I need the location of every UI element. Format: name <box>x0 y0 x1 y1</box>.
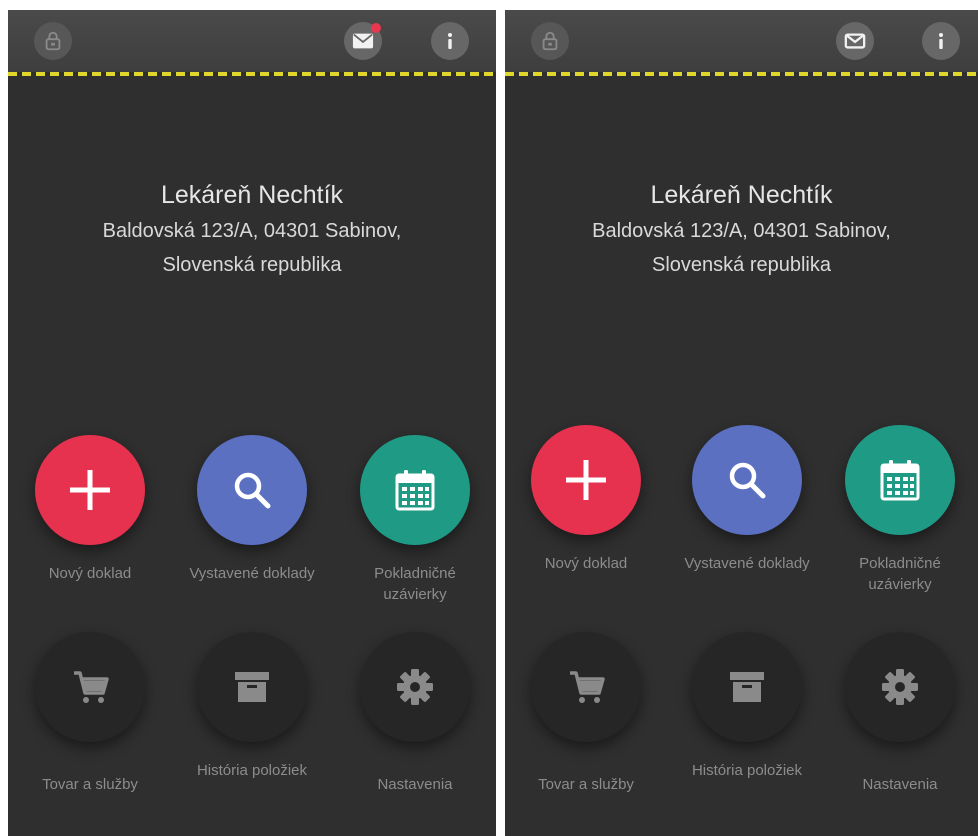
cash-closings-label: Pokladničné uzávierky <box>859 555 941 593</box>
settings-label: Nastavenia <box>377 776 453 793</box>
new-document-tile[interactable]: Nový doklad <box>511 425 661 574</box>
cash-closings-button[interactable] <box>360 435 470 545</box>
settings-button[interactable] <box>360 632 470 742</box>
info-icon <box>939 33 943 49</box>
lock-button[interactable] <box>531 22 569 60</box>
info-button[interactable] <box>922 22 960 60</box>
mail-button[interactable] <box>344 22 382 60</box>
item-history-label: História položiek <box>691 762 803 779</box>
app-screen-no-unread-mail: Lekáreň Nechtík Baldovská 123/A, 04301 S… <box>505 10 978 836</box>
search-icon <box>234 472 271 509</box>
goods-services-tile[interactable]: Tovar a služby <box>511 632 661 795</box>
top-bar <box>8 10 496 72</box>
item-history-label: História položiek <box>196 762 308 779</box>
goods-services-button[interactable] <box>35 632 145 742</box>
issued-documents-label: Vystavené doklady <box>684 555 810 572</box>
item-history-tile[interactable]: História položiek <box>177 632 327 781</box>
lock-icon <box>542 31 558 51</box>
plus-icon <box>70 470 110 510</box>
settings-tile[interactable]: Nastavenia <box>825 632 975 795</box>
goods-services-label: Tovar a služby <box>42 776 138 793</box>
cash-closings-tile[interactable]: Pokladničné uzávierky <box>825 425 975 595</box>
mail-button[interactable] <box>836 22 874 60</box>
mail-icon <box>352 33 374 49</box>
business-header: Lekáreň Nechtík Baldovská 123/A, 04301 S… <box>505 178 978 282</box>
app-screen-with-unread-mail: Lekáreň Nechtík Baldovská 123/A, 04301 S… <box>8 10 496 836</box>
gear-icon <box>397 669 433 705</box>
business-header: Lekáreň Nechtík Baldovská 123/A, 04301 S… <box>8 178 496 282</box>
gear-icon <box>882 669 918 705</box>
address-line-2: Slovenská republika <box>652 254 831 276</box>
top-bar <box>505 10 978 72</box>
cash-closings-label: Pokladničné uzávierky <box>374 565 456 603</box>
item-history-button[interactable] <box>197 632 307 742</box>
address-line-2: Slovenská republika <box>162 254 342 276</box>
business-address: Baldovská 123/A, 04301 Sabinov, Slovensk… <box>8 214 496 282</box>
info-icon <box>448 33 452 49</box>
goods-services-label: Tovar a služby <box>538 776 634 793</box>
new-document-button[interactable] <box>35 435 145 545</box>
calendar-icon <box>395 470 435 511</box>
item-history-button[interactable] <box>692 632 802 742</box>
business-address: Baldovská 123/A, 04301 Sabinov, Slovensk… <box>505 214 978 282</box>
issued-documents-tile[interactable]: Vystavené doklady <box>177 435 327 584</box>
settings-tile[interactable]: Nastavenia <box>340 632 490 795</box>
goods-services-button[interactable] <box>531 632 641 742</box>
business-name: Lekáreň Nechtík <box>160 181 344 209</box>
lock-icon <box>45 31 61 51</box>
issued-documents-button[interactable] <box>692 425 802 535</box>
issued-documents-button[interactable] <box>197 435 307 545</box>
unread-badge <box>371 23 381 33</box>
settings-button[interactable] <box>845 632 955 742</box>
address-line-1: Baldovská 123/A, 04301 Sabinov, <box>102 220 402 242</box>
dashed-separator <box>505 72 978 76</box>
business-name: Lekáreň Nechtík <box>650 181 833 209</box>
new-document-tile[interactable]: Nový doklad <box>15 435 165 584</box>
settings-label: Nastavenia <box>862 776 938 793</box>
cart-icon <box>570 671 605 703</box>
address-line-1: Baldovská 123/A, 04301 Sabinov, <box>592 220 891 242</box>
lock-button[interactable] <box>34 22 72 60</box>
cash-closings-button[interactable] <box>845 425 955 535</box>
new-document-label: Nový doklad <box>48 565 132 582</box>
info-button[interactable] <box>431 22 469 60</box>
goods-services-tile[interactable]: Tovar a služby <box>15 632 165 795</box>
issued-documents-tile[interactable]: Vystavené doklady <box>672 425 822 574</box>
issued-documents-label: Vystavené doklady <box>189 565 315 582</box>
new-document-label: Nový doklad <box>544 555 628 572</box>
item-history-tile[interactable]: História položiek <box>672 632 822 781</box>
calendar-icon <box>880 460 920 501</box>
cart-icon <box>74 671 109 703</box>
search-icon <box>729 462 766 499</box>
archive-box-icon <box>235 672 269 702</box>
new-document-button[interactable] <box>531 425 641 535</box>
archive-box-icon <box>730 672 764 702</box>
plus-icon <box>566 460 606 500</box>
cash-closings-tile[interactable]: Pokladničné uzávierky <box>340 435 490 605</box>
mail-icon <box>844 33 866 49</box>
dashed-separator <box>8 72 496 76</box>
